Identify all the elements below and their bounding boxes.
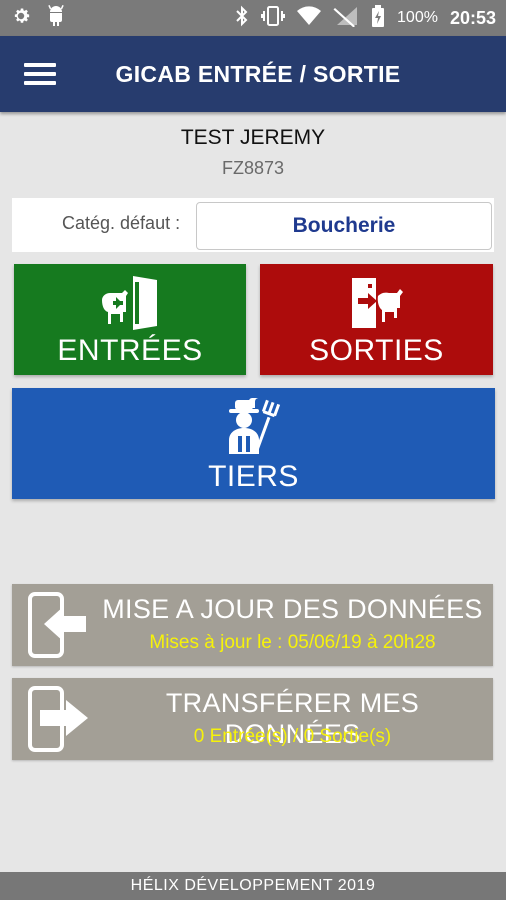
- transfer-data-button[interactable]: TRANSFÉRER MES DONNÉES 0 Entrée(s) / 0 S…: [12, 678, 493, 760]
- tiers-button[interactable]: TIERS: [12, 388, 495, 499]
- phone-arrow-in-icon: [22, 592, 92, 663]
- bluetooth-icon: [235, 5, 249, 32]
- wifi-icon: [297, 5, 322, 31]
- app-title: GICAB ENTRÉE / SORTIE: [115, 60, 401, 87]
- vibrate-icon: [261, 5, 286, 32]
- signal-icon: [333, 5, 359, 32]
- user-code: FZ8873: [221, 158, 285, 178]
- user-name: TEST JEREMY: [180, 126, 326, 149]
- default-category-label: Catég. défaut :: [62, 213, 181, 233]
- entrees-button[interactable]: ENTRÉES: [14, 264, 246, 375]
- update-data-button[interactable]: MISE A JOUR DES DONNÉES Mises à jour le …: [12, 584, 493, 666]
- app-bar: GICAB ENTRÉE / SORTIE: [0, 36, 506, 112]
- status-bar: 100% 20:53: [0, 0, 506, 36]
- footer: HÉLIX DÉVELOPPEMENT 2019: [0, 872, 506, 900]
- battery-percent: 100%: [397, 9, 438, 26]
- android-icon: [46, 4, 66, 32]
- sorties-label: SORTIES: [309, 334, 444, 367]
- cow-entry-icon: [99, 274, 161, 337]
- tiers-label: TIERS: [208, 460, 299, 493]
- update-data-date: Mises à jour le : 05/06/19 à 20h28: [149, 632, 436, 653]
- farmer-icon: [221, 398, 287, 461]
- entrees-label: ENTRÉES: [57, 334, 203, 367]
- battery-icon: [371, 4, 385, 32]
- cow-exit-icon: [346, 274, 408, 337]
- clock: 20:53: [449, 7, 496, 28]
- default-category-select[interactable]: Boucherie: [196, 202, 492, 250]
- default-category-row: Catég. défaut : Boucherie: [12, 198, 494, 252]
- sorties-button[interactable]: SORTIES: [260, 264, 493, 375]
- phone-arrow-out-icon: [22, 686, 92, 757]
- update-data-title: MISE A JOUR DES DONNÉES: [102, 594, 483, 624]
- transfer-data-counts: 0 Entrée(s) / 0 Sortie(s): [193, 726, 392, 747]
- settings-icon: [10, 5, 32, 32]
